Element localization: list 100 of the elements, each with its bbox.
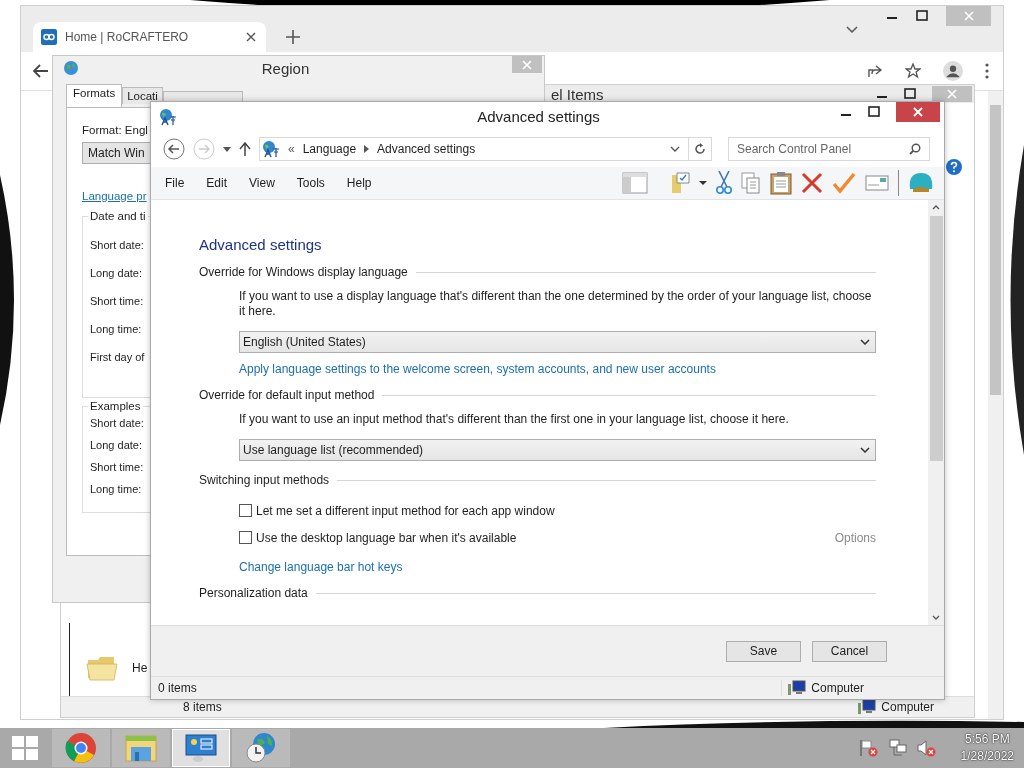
profile-avatar-icon[interactable] xyxy=(943,61,963,81)
item-label[interactable]: He xyxy=(132,661,148,675)
menu-item[interactable]: Tools xyxy=(296,176,325,190)
tab-title: Home | RoCRAFTERO xyxy=(65,30,190,44)
folder-check-icon[interactable] xyxy=(671,172,707,194)
field-label: Short date: xyxy=(90,238,144,253)
dialog-button[interactable]: Save xyxy=(726,640,801,662)
delete-icon[interactable] xyxy=(801,172,823,194)
maximize-icon[interactable] xyxy=(904,88,916,100)
language-dropdown[interactable]: Use language list (recommended) xyxy=(239,439,876,461)
menu-item[interactable]: View xyxy=(249,176,275,190)
description-text: If you want to use an input method that's different than the first one in your language list, choose it here. xyxy=(239,412,790,427)
checkbox-label[interactable]: Use the desktop language bar when it's available xyxy=(256,530,517,545)
scissors-icon[interactable] xyxy=(716,171,732,195)
section-title: Override for default input method xyxy=(199,388,375,402)
breadcrumb-overflow[interactable]: « xyxy=(288,142,295,156)
site-logo-icon xyxy=(41,29,57,45)
description-text: If you want to use a display language that's different than the one determined by the order of your language list, choose it here. xyxy=(239,289,873,319)
share-icon[interactable] xyxy=(867,64,883,78)
folder-window-icon xyxy=(125,733,157,763)
tab[interactable]: Formats xyxy=(66,84,123,107)
language-icon xyxy=(262,140,280,158)
field-label: Short time: xyxy=(90,294,144,309)
group-title: Examples xyxy=(89,400,142,412)
field-label: First day of xyxy=(90,350,145,365)
clipboard-icon[interactable] xyxy=(770,171,792,195)
close-icon[interactable] xyxy=(246,32,256,42)
speaker-muted-icon[interactable] xyxy=(916,739,937,757)
status-text: 0 items xyxy=(158,681,197,695)
scrollbar[interactable] xyxy=(928,200,944,625)
chevron-down-icon[interactable] xyxy=(846,26,858,34)
computer-icon xyxy=(858,699,877,715)
checkbox-label[interactable]: Let me set a different input method for each app window xyxy=(256,503,555,518)
taskbar-button[interactable] xyxy=(52,729,110,767)
field-label: Short time: xyxy=(90,460,144,475)
menu-item[interactable]: File xyxy=(165,176,185,190)
refresh-icon[interactable] xyxy=(694,143,706,155)
window-title: Region xyxy=(260,59,311,77)
network-icon[interactable] xyxy=(888,739,907,757)
window-title: el Items xyxy=(551,85,604,103)
chevron-down-icon[interactable] xyxy=(860,339,870,345)
new-tab-icon[interactable] xyxy=(286,30,300,44)
flag-error-icon[interactable] xyxy=(858,739,879,757)
maximize-icon[interactable] xyxy=(868,106,880,118)
language-link[interactable]: Language pr xyxy=(82,190,147,202)
group-title: Date and ti xyxy=(89,210,147,222)
language-dropdown[interactable]: English (United States) xyxy=(239,331,876,353)
back-icon[interactable] xyxy=(33,64,49,78)
status-location: Computer xyxy=(881,700,934,714)
globe-clock-icon xyxy=(245,732,277,764)
breadcrumb-item[interactable]: Language xyxy=(302,142,357,156)
field-label: Long time: xyxy=(90,322,142,337)
maximize-icon[interactable] xyxy=(916,10,928,22)
dialog-button[interactable]: Cancel xyxy=(812,640,887,662)
chevron-down-icon[interactable] xyxy=(860,447,870,453)
settings-link[interactable]: Apply language settings to the welcome screen, system accounts, and new user accounts xyxy=(239,362,716,376)
globe-icon xyxy=(63,60,79,76)
close-button[interactable] xyxy=(896,102,940,122)
section-title: Override for Windows display language xyxy=(199,265,408,279)
back-icon[interactable] xyxy=(163,138,185,160)
section-title: Switching input methods xyxy=(199,473,330,487)
window-title: Advanced settings xyxy=(476,108,601,125)
computer-icon xyxy=(788,680,807,696)
dropdown-arrow-icon[interactable] xyxy=(223,146,231,152)
checkbox[interactable] xyxy=(239,531,252,544)
status-text: 8 items xyxy=(183,700,222,714)
field-label: Long date: xyxy=(90,266,142,281)
folder-icon xyxy=(86,654,118,682)
menu-item[interactable]: Help xyxy=(346,176,372,190)
taskbar-button[interactable] xyxy=(232,729,290,767)
tab[interactable]: Locati xyxy=(122,87,163,104)
field-label: Long time: xyxy=(90,482,142,497)
checkbox[interactable] xyxy=(239,504,252,517)
menu-item[interactable]: Edit xyxy=(206,176,228,190)
scrollbar[interactable] xyxy=(988,91,1003,719)
breadcrumb-item[interactable]: Advanced settings xyxy=(377,142,476,156)
address-bar[interactable]: « Language Advanced settings xyxy=(259,137,689,161)
page-heading: Advanced settings xyxy=(199,236,323,253)
breadcrumb-separator-icon[interactable] xyxy=(364,145,370,153)
scroll-up-icon[interactable] xyxy=(932,205,940,210)
field-label: Long date: xyxy=(90,438,142,453)
settings-link[interactable]: Change language bar hot keys xyxy=(239,560,403,574)
browser-tab[interactable]: Home | RoCRAFTERO xyxy=(33,22,266,52)
menu-icon[interactable] xyxy=(985,63,989,79)
field-label: Short date: xyxy=(90,416,144,431)
search-icon[interactable] xyxy=(909,143,921,155)
search-field[interactable]: Search Control Panel xyxy=(728,137,930,161)
status-location: Computer xyxy=(811,681,864,695)
control-panel-icon xyxy=(185,733,217,763)
up-arrow-icon[interactable] xyxy=(239,142,251,156)
card-icon[interactable] xyxy=(865,175,889,191)
format-label: Format: Engl xyxy=(82,123,148,138)
chevron-down-icon[interactable] xyxy=(670,146,680,152)
checkmark-icon[interactable] xyxy=(832,172,856,194)
help-icon[interactable] xyxy=(946,159,962,175)
language-icon xyxy=(159,107,177,126)
star-icon[interactable] xyxy=(905,63,921,79)
browser-icon xyxy=(65,732,97,764)
refresh-button[interactable] xyxy=(688,137,712,161)
scroll-down-icon[interactable] xyxy=(932,615,940,620)
